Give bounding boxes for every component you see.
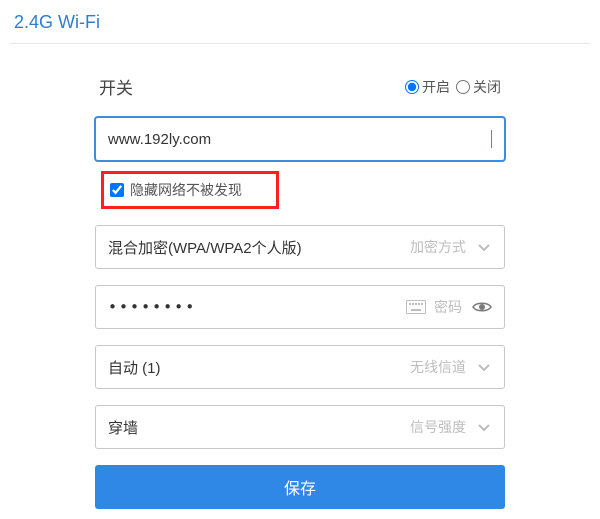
chevron-down-icon	[476, 359, 492, 375]
switch-on-label: 开启	[422, 77, 450, 97]
switch-row: 开关 开启 关闭	[95, 74, 505, 117]
password-hint: 密码	[434, 297, 462, 317]
hide-network-checkbox[interactable]: 隐藏网络不被发现	[101, 171, 279, 209]
save-button[interactable]: 保存	[95, 465, 505, 509]
password-field[interactable]: •••••••• 密码	[95, 285, 505, 329]
hide-network-input[interactable]	[110, 183, 124, 197]
channel-select[interactable]: 自动 (1) 无线信道	[95, 345, 505, 389]
encryption-value: 混合加密(WPA/WPA2个人版)	[108, 237, 402, 258]
chevron-down-icon	[476, 239, 492, 255]
signal-select[interactable]: 穿墙 信号强度	[95, 405, 505, 449]
channel-hint: 无线信道	[410, 357, 466, 377]
text-caret	[491, 130, 492, 148]
switch-on-radio[interactable]	[405, 80, 419, 94]
page-title: 2.4G Wi-Fi	[0, 0, 600, 43]
divider	[10, 43, 590, 44]
switch-radio-group: 开启 关闭	[405, 77, 501, 97]
ssid-field[interactable]: www.192ly.com	[95, 117, 505, 161]
password-value: ••••••••	[108, 298, 396, 316]
keyboard-icon[interactable]	[406, 300, 426, 314]
switch-on-option[interactable]: 开启	[405, 77, 450, 97]
switch-off-radio[interactable]	[456, 80, 470, 94]
switch-off-option[interactable]: 关闭	[456, 77, 501, 97]
wifi-form: 开关 开启 关闭 www.192ly.com 隐藏网络不被发现 混合加密(WPA…	[95, 74, 505, 509]
signal-hint: 信号强度	[410, 417, 466, 437]
chevron-down-icon	[476, 419, 492, 435]
switch-label: 开关	[99, 74, 133, 99]
ssid-value: www.192ly.com	[108, 131, 490, 148]
eye-icon[interactable]	[472, 300, 492, 314]
encryption-select[interactable]: 混合加密(WPA/WPA2个人版) 加密方式	[95, 225, 505, 269]
switch-off-label: 关闭	[473, 77, 501, 97]
encryption-hint: 加密方式	[410, 237, 466, 257]
channel-value: 自动 (1)	[108, 357, 402, 378]
signal-value: 穿墙	[108, 417, 402, 438]
hide-network-label: 隐藏网络不被发现	[130, 180, 242, 200]
